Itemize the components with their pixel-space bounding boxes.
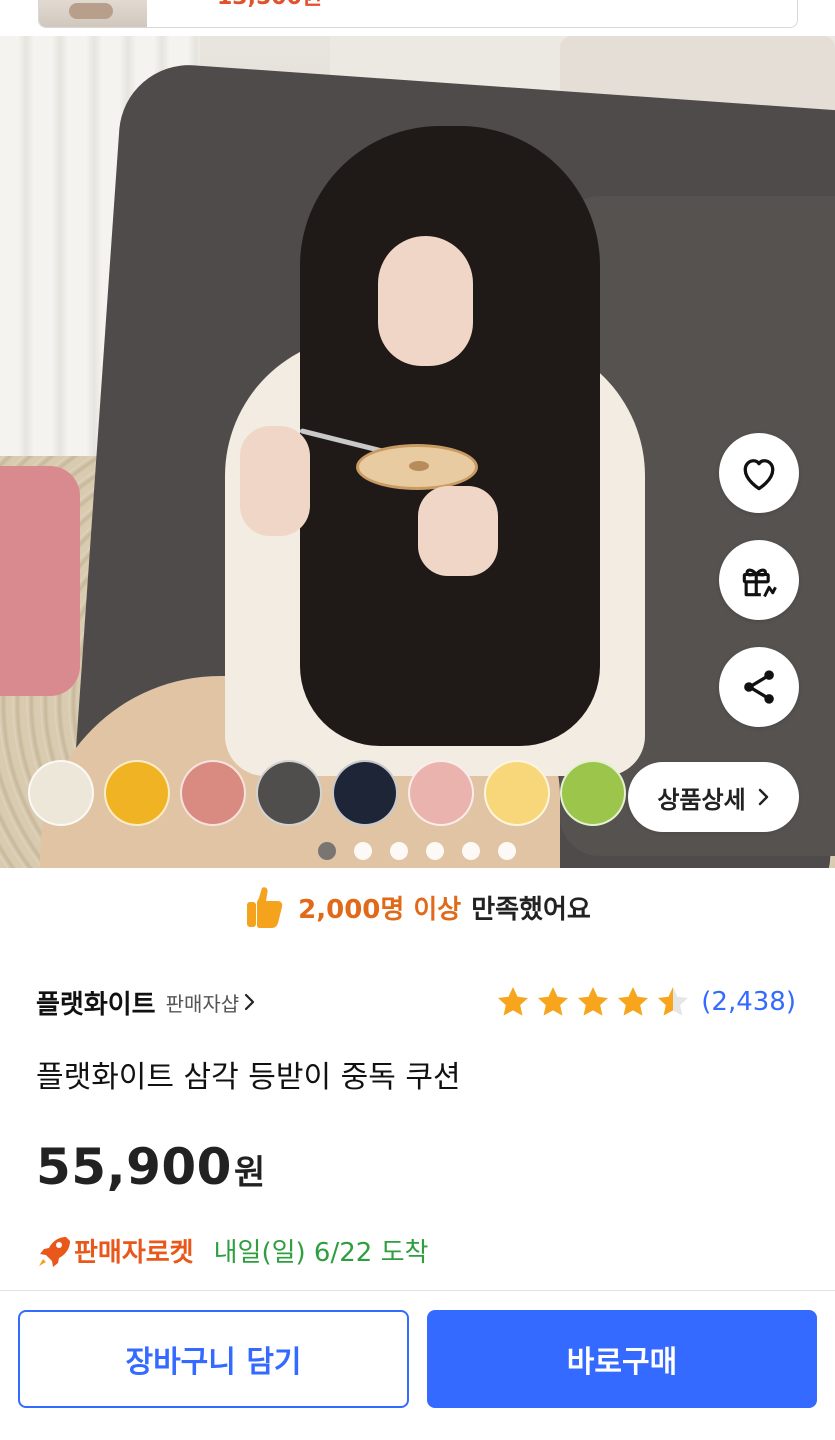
price-value: 55,900 [36, 1138, 232, 1196]
color-swatch[interactable] [180, 760, 246, 826]
carousel-dot[interactable] [354, 842, 372, 860]
product-detail-button[interactable]: 상품상세 [628, 762, 799, 832]
gift-button[interactable] [719, 540, 799, 620]
chevron-right-icon [758, 788, 768, 806]
seller-rocket-label: 판매자로켓 [74, 1238, 194, 1268]
seller-shop-link[interactable]: 판매자샵 [166, 988, 256, 1017]
satisfaction-banner: 2,000명 이상 만족했어요 [0, 876, 835, 938]
carousel-dot[interactable] [390, 842, 408, 860]
carousel-indicator [318, 842, 516, 860]
brand-name[interactable]: 플랫화이트 [36, 984, 156, 1021]
model-hair [300, 126, 600, 746]
star-full-icon [618, 987, 649, 1016]
review-count[interactable]: (2,438) [701, 987, 796, 1017]
seller-row: 플랫화이트 판매자샵 (2,438) [36, 980, 796, 1024]
satisfaction-text: 만족했어요 [471, 894, 591, 925]
color-swatch[interactable] [28, 760, 94, 826]
thumbs-up-icon [247, 887, 283, 928]
rocket-icon [39, 1236, 70, 1267]
rating[interactable]: (2,438) [495, 984, 796, 1020]
add-to-cart-button[interactable]: 장바구니 담기 [18, 1310, 409, 1408]
pink-cushion [0, 466, 80, 696]
color-swatch[interactable] [256, 760, 322, 826]
previous-product-price: 13,500원 [217, 0, 322, 11]
delivery-eta: 내일(일) 6/22 도착 [213, 1238, 429, 1268]
color-swatch[interactable] [484, 760, 550, 826]
star-full-icon [498, 987, 529, 1016]
star-full-icon [538, 987, 569, 1016]
previous-product-thumbnail [39, 0, 147, 27]
previous-card-strip: 13,500원 [0, 0, 835, 36]
star-full-icon [578, 987, 609, 1016]
buy-now-button[interactable]: 바로구매 [427, 1310, 817, 1408]
color-swatch[interactable] [560, 760, 626, 826]
price: 55,900 원 [36, 1138, 265, 1196]
seller-rocket-badge: 판매자로켓 [36, 1232, 194, 1269]
carousel-dot[interactable] [498, 842, 516, 860]
chevron-right-icon [245, 993, 255, 1011]
previous-product-card[interactable]: 13,500원 [38, 0, 798, 28]
color-swatch[interactable] [408, 760, 474, 826]
product-image-carousel[interactable] [0, 36, 835, 868]
color-swatch[interactable] [332, 760, 398, 826]
product-title: 플랫화이트 삼각 등받이 중독 쿠션 [36, 1060, 461, 1095]
seller-shop-label: 판매자샵 [165, 991, 240, 1016]
model-hand-right [418, 486, 498, 576]
divider [0, 1290, 835, 1291]
gift-icon [742, 568, 777, 598]
carousel-dot[interactable] [318, 842, 336, 860]
satisfaction-highlight: 2,000명 이상 [298, 894, 462, 925]
share-button[interactable] [719, 647, 799, 727]
carousel-dot[interactable] [462, 842, 480, 860]
delivery-info: 판매자로켓 내일(일) 6/22 도착 [36, 1232, 428, 1269]
star-half-icon [658, 987, 689, 1016]
price-currency: 원 [233, 1153, 266, 1193]
model-face [378, 236, 473, 366]
product-detail-label: 상품상세 [657, 785, 746, 814]
model-hand-left [240, 426, 310, 536]
bagel [356, 444, 478, 490]
wishlist-button[interactable] [719, 433, 799, 513]
carousel-dot[interactable] [426, 842, 444, 860]
color-swatch[interactable] [104, 760, 170, 826]
share-icon [744, 670, 774, 704]
heart-icon [743, 459, 775, 491]
